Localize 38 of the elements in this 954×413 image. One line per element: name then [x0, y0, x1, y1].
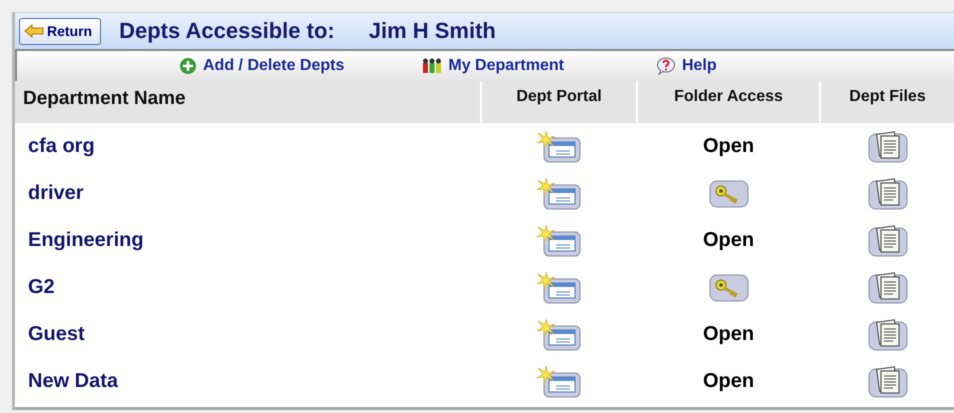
key-icon[interactable]	[708, 178, 748, 208]
files-icon[interactable]	[868, 364, 908, 398]
portal-icon[interactable]	[536, 364, 582, 398]
plus-icon	[179, 57, 197, 75]
department-link[interactable]: cfa org	[28, 135, 95, 158]
column-header: Folder Access	[638, 81, 819, 123]
help-icon	[656, 57, 676, 75]
return-button[interactable]: Return	[19, 18, 102, 44]
files-icon[interactable]	[868, 130, 908, 164]
left-arrow-icon	[24, 24, 44, 38]
access-status: Open	[702, 135, 754, 158]
department-link[interactable]: G2	[28, 276, 55, 299]
portal-icon[interactable]	[536, 130, 582, 164]
user-name: Jim H Smith	[368, 18, 496, 44]
department-link[interactable]: New Data	[28, 370, 118, 393]
access-status: Open	[702, 323, 754, 346]
column-header: Dept Files	[821, 81, 954, 123]
files-icon[interactable]	[868, 176, 908, 210]
page-title: Depts Accessible to:	[119, 18, 335, 44]
files-icon[interactable]	[868, 224, 908, 258]
toolbar-link[interactable]: Help	[656, 57, 717, 75]
portal-icon[interactable]	[536, 176, 582, 210]
portal-icon[interactable]	[536, 318, 582, 352]
toolbar-link[interactable]: Add / Delete Depts	[179, 57, 344, 75]
department-link[interactable]: driver	[28, 182, 84, 205]
files-icon[interactable]	[868, 270, 908, 304]
column-header: Dept Portal	[482, 81, 636, 123]
portal-icon[interactable]	[536, 270, 582, 304]
people-icon	[422, 58, 442, 74]
access-status: Open	[702, 229, 754, 252]
department-link[interactable]: Engineering	[28, 229, 144, 252]
key-icon[interactable]	[708, 272, 748, 302]
toolbar-link[interactable]: My Department	[422, 57, 564, 75]
access-status: Open	[702, 370, 754, 393]
files-icon[interactable]	[868, 318, 908, 352]
portal-icon[interactable]	[536, 224, 582, 258]
department-link[interactable]: Guest	[28, 323, 85, 346]
column-header: Department Name	[15, 81, 480, 123]
